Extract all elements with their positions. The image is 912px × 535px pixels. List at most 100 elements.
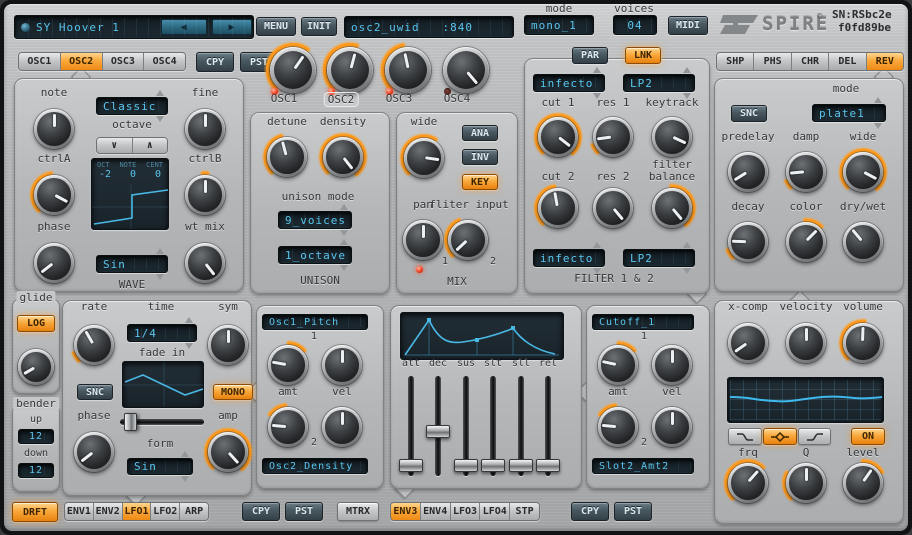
q-knob[interactable] — [780, 457, 832, 509]
octave-up-button[interactable]: ∧ — [133, 138, 168, 153]
menu-button[interactable]: MENU — [256, 17, 296, 36]
osc-copy-button[interactable]: CPY — [196, 52, 234, 72]
phase-knob[interactable] — [28, 237, 80, 289]
tab-lfo4[interactable]: LFO4 — [480, 503, 510, 520]
eq-highshelf-button[interactable] — [798, 428, 831, 445]
wt-mix-knob[interactable] — [179, 237, 231, 289]
decay-slider[interactable] — [426, 376, 450, 476]
lfo-phase-slider[interactable] — [120, 413, 204, 431]
dry-wet-knob[interactable] — [837, 216, 889, 268]
slot2-amt1-knob[interactable] — [592, 339, 644, 391]
mod-copy-button-1[interactable]: CPY — [242, 502, 280, 521]
slot2-amt2-knob[interactable] — [592, 401, 644, 453]
tab-reverb[interactable]: REV — [867, 53, 903, 70]
slot2-target1-display[interactable]: Cutoff_1 — [592, 314, 694, 330]
lfo-mono-button[interactable]: MONO — [213, 384, 253, 400]
envelope-display[interactable] — [400, 312, 564, 360]
cut2-knob[interactable] — [532, 182, 584, 234]
amp-knob[interactable] — [202, 426, 254, 478]
preset-prev-button[interactable]: ◀ — [161, 19, 207, 35]
sym-knob[interactable] — [202, 319, 254, 371]
tab-delay[interactable]: DEL — [829, 53, 866, 70]
glide-knob[interactable] — [13, 344, 59, 390]
keytrack-knob[interactable] — [646, 111, 698, 163]
drift-button[interactable]: DRFT — [12, 502, 58, 522]
decay-knob[interactable] — [722, 216, 774, 268]
tab-osc3[interactable]: OSC3 — [103, 53, 145, 70]
preset-display[interactable]: SY Hoover 1 ◀ ▶ — [14, 15, 254, 39]
tab-lfo2[interactable]: LFO2 — [151, 503, 180, 520]
fine-knob[interactable] — [179, 103, 231, 155]
slope-level-slider[interactable] — [509, 376, 533, 476]
tab-env2[interactable]: ENV2 — [94, 503, 123, 520]
matrix-button[interactable]: MTRX — [337, 502, 379, 521]
tab-stp[interactable]: STP — [510, 503, 539, 520]
mod-paste-button-2[interactable]: PST — [614, 502, 652, 521]
mode-select[interactable]: mono_1 — [524, 15, 594, 35]
bender-down-value[interactable]: 12 — [18, 463, 54, 478]
lfo-form-select[interactable]: Sin — [127, 458, 193, 475]
wave-shape-select[interactable]: Sin — [96, 255, 168, 273]
release-slider[interactable] — [536, 376, 560, 476]
tab-shaper[interactable]: SHP — [717, 53, 754, 70]
tab-env1[interactable]: ENV1 — [65, 503, 94, 520]
filter-parallel-button[interactable]: PAR — [572, 47, 608, 64]
filter2-type-select[interactable]: infecto — [533, 249, 605, 267]
damp-knob[interactable] — [780, 146, 832, 198]
color-knob[interactable] — [780, 216, 832, 268]
osc-mode-select[interactable]: Classic — [96, 97, 168, 115]
slot2-vel1-knob[interactable] — [646, 339, 698, 391]
ctrlA-knob[interactable] — [28, 169, 80, 221]
tab-osc2[interactable]: OSC2 — [61, 53, 103, 70]
x-comp-knob[interactable] — [722, 317, 774, 369]
tab-arp[interactable]: ARP — [180, 503, 208, 520]
res1-knob[interactable] — [587, 111, 639, 163]
filter-link-button[interactable]: LNK — [625, 47, 661, 64]
midi-button[interactable]: MIDI — [668, 16, 708, 35]
octave-down-button[interactable]: ∨ — [97, 138, 133, 153]
slot2-target2-display[interactable]: Slot2_Amt2 — [592, 458, 694, 474]
eq-display[interactable] — [727, 377, 884, 423]
velocity-knob[interactable] — [780, 317, 832, 369]
slot2-vel2-knob[interactable] — [646, 401, 698, 453]
mod-copy-button-2[interactable]: CPY — [571, 502, 609, 521]
filter2-mode-select[interactable]: LP2 — [623, 249, 695, 267]
keytrack-button[interactable]: KEY — [462, 174, 498, 190]
density-knob[interactable] — [317, 131, 369, 183]
slot1-target2-display[interactable]: Osc2_Density — [262, 458, 368, 474]
invert-button[interactable]: INV — [462, 149, 498, 165]
slot1-amt2-knob[interactable] — [262, 401, 314, 453]
wide-knob[interactable] — [398, 132, 450, 184]
tab-phaser[interactable]: PHS — [754, 53, 791, 70]
volume-knob[interactable] — [837, 317, 889, 369]
slot1-vel2-knob[interactable] — [316, 401, 368, 453]
bender-up-value[interactable]: 12 — [18, 429, 54, 444]
lfo-sync-button[interactable]: SNC — [77, 384, 113, 400]
slope-time-slider[interactable] — [481, 376, 505, 476]
ctrlB-knob[interactable] — [179, 169, 231, 221]
eq-peak-button[interactable] — [763, 428, 797, 445]
filter1-mode-select[interactable]: LP2 — [623, 74, 695, 92]
rate-knob[interactable] — [68, 319, 120, 371]
analog-button[interactable]: ANA — [462, 125, 498, 141]
tab-env3[interactable]: ENV3 — [391, 503, 421, 520]
rev-wide-knob[interactable] — [837, 146, 889, 198]
filter1-type-select[interactable]: infecto — [533, 74, 605, 92]
tab-chorus[interactable]: CHR — [792, 53, 829, 70]
sustain-slider[interactable] — [454, 376, 478, 476]
preset-next-button[interactable]: ▶ — [212, 19, 252, 35]
slot1-vel1-knob[interactable] — [316, 339, 368, 391]
slot1-amt1-knob[interactable] — [262, 339, 314, 391]
note-knob[interactable] — [28, 103, 80, 155]
unison-range-select[interactable]: 1_octave — [278, 246, 352, 264]
wave-display[interactable]: OCT NOTE CENT -2 0 0 — [91, 158, 169, 230]
tab-osc1[interactable]: OSC1 — [19, 53, 61, 70]
glide-log-button[interactable]: LOG — [17, 315, 55, 332]
mod-paste-button-1[interactable]: PST — [285, 502, 323, 521]
slot1-target1-display[interactable]: Osc1_Pitch — [262, 314, 368, 330]
voices-select[interactable]: 04 — [613, 15, 657, 35]
predelay-knob[interactable] — [722, 146, 774, 198]
filter-balance-knob[interactable] — [646, 182, 698, 234]
unison-voices-select[interactable]: 9_voices — [278, 211, 352, 229]
eq-lowshelf-button[interactable] — [728, 428, 762, 445]
